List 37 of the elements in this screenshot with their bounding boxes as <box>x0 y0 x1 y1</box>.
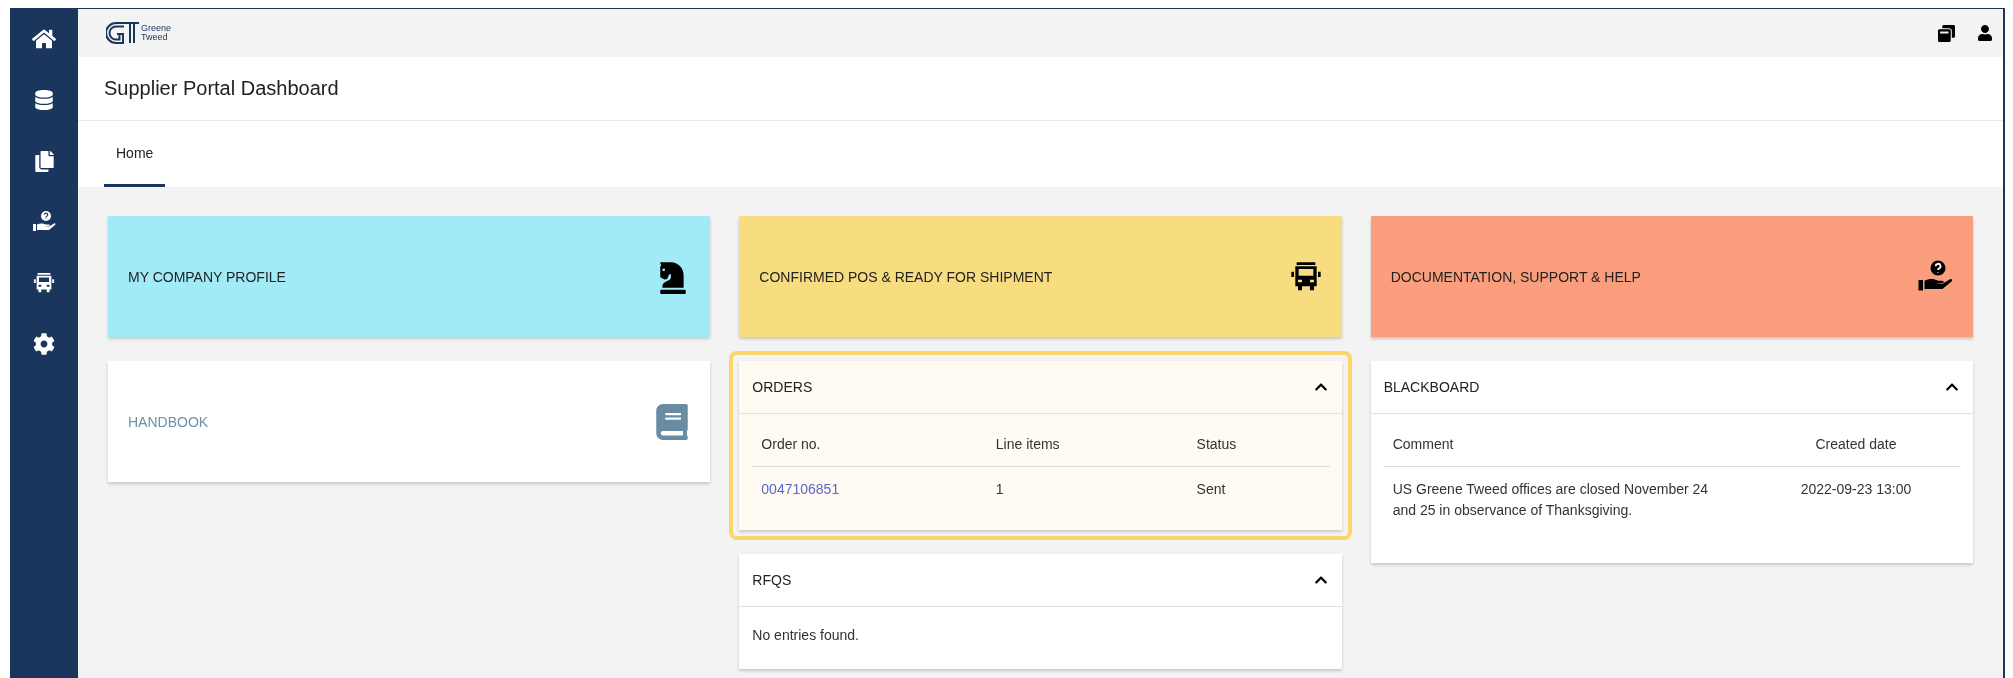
book-icon <box>654 403 691 440</box>
logo-text: Greene <box>141 24 172 33</box>
user-icon[interactable] <box>1977 25 1993 41</box>
truck-icon[interactable] <box>33 272 55 294</box>
order-link[interactable]: 0047106851 <box>761 481 840 497</box>
tile-label: MY COMPANY PROFILE <box>128 268 286 285</box>
logo-text: Tweed <box>141 33 169 42</box>
tab[interactable]: Home <box>104 121 166 187</box>
panel-title: ORDERS <box>752 379 813 395</box>
table-cell: Sent <box>1186 466 1330 512</box>
column-header: Line items <box>985 426 1187 467</box>
page-title: Supplier Portal Dashboard <box>104 77 339 100</box>
table-cell: US Greene Tweed offices are closed November 24 and 25 in observance of Thanksgiving. <box>1382 466 1751 533</box>
windows-icon[interactable] <box>1938 24 1955 42</box>
column-header: Order no. <box>751 426 986 467</box>
hand-question-icon[interactable] <box>32 210 56 234</box>
tile-label: DOCUMENTATION, SUPPORT & HELP <box>1390 268 1641 285</box>
dashboard-tile[interactable]: HANDBOOK <box>108 361 711 482</box>
documents-icon[interactable] <box>33 150 55 172</box>
logo-monogram-drawing <box>106 20 140 46</box>
database-icon[interactable] <box>34 90 54 110</box>
dashboard-tile[interactable]: MY COMPANY PROFILE <box>108 216 711 337</box>
panel-title: BLACKBOARD <box>1383 379 1480 395</box>
panel-title: RFQS <box>752 572 792 588</box>
column-header: Status <box>1186 426 1330 467</box>
column-header: Created date <box>1751 426 1961 467</box>
settings-icon[interactable] <box>33 333 55 355</box>
truck-icon <box>1289 260 1322 293</box>
tile-label: HANDBOOK <box>128 413 209 430</box>
table-cell: 2022-09-23 13:00 <box>1751 466 1961 533</box>
empty-message: No entries found. <box>751 626 860 645</box>
column-header: Comment <box>1382 426 1751 467</box>
home-icon[interactable] <box>32 27 56 51</box>
dashboard-tile[interactable]: CONFIRMED POS & READY FOR SHIPMENT <box>739 216 1342 337</box>
dashboard-tile[interactable]: DOCUMENTATION, SUPPORT & HELP <box>1370 216 1973 337</box>
tile-label: CONFIRMED POS & READY FOR SHIPMENT <box>759 268 1053 285</box>
table-cell: 1 <box>985 466 1187 512</box>
